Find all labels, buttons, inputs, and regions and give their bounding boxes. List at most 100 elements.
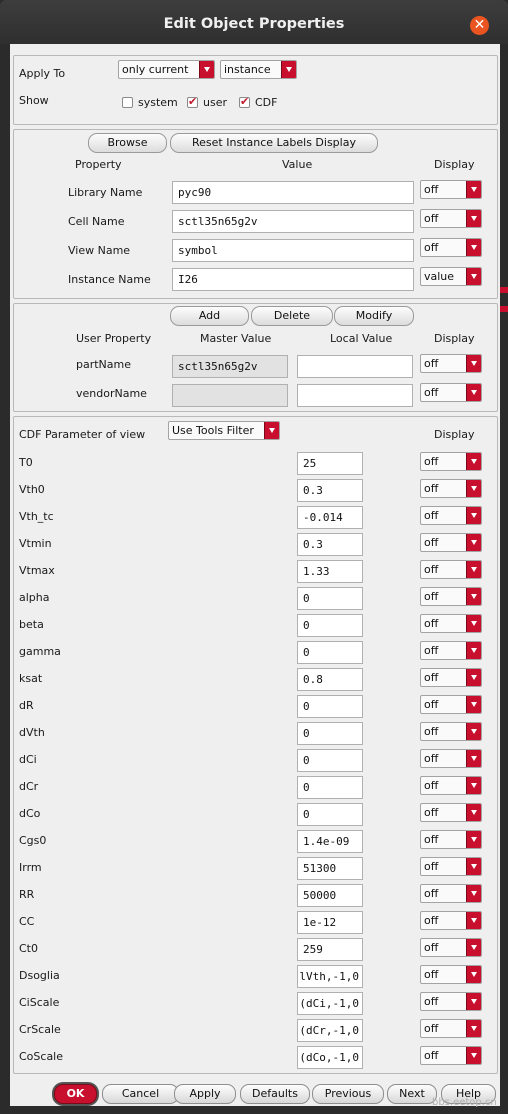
cdf-param-display-select[interactable]: off [420, 1019, 482, 1038]
cdf-param-value-field[interactable]: dCr,-1,0) [297, 1019, 363, 1042]
cdf-param-display-select[interactable]: off [420, 695, 482, 714]
cdf-param-value-field[interactable]: 0.8 [297, 668, 363, 691]
chevron-down-icon [466, 750, 481, 767]
vendor-name-master-field [172, 384, 288, 407]
chevron-down-icon [281, 61, 296, 78]
cell-name-display[interactable]: off [420, 209, 482, 228]
watermark: bbs.eetop.cn [432, 1097, 497, 1108]
cdf-param-display-select[interactable]: off [420, 722, 482, 741]
cdf-param-value-field[interactable]: dCo,-1,0) [297, 1046, 363, 1069]
display-value: off [424, 671, 439, 684]
cell-name-field[interactable]: sctl35n65g2v [172, 210, 414, 233]
cdf-param-value-field[interactable]: lVth,-1,0) [297, 965, 363, 988]
reset-labels-button[interactable]: Reset Instance Labels Display [170, 133, 378, 153]
instance-name-field[interactable]: I26 [172, 268, 414, 291]
cdf-param-display-select[interactable]: off [420, 749, 482, 768]
previous-button[interactable]: Previous [312, 1084, 384, 1104]
apply-scope-select[interactable]: only current [118, 60, 215, 79]
cdf-param-display-select[interactable]: off [420, 614, 482, 633]
window-title: Edit Object Properties [163, 16, 345, 32]
cdf-param-value-field[interactable]: 50000 [297, 884, 363, 907]
browse-button[interactable]: Browse [88, 133, 167, 153]
cdf-param-display-select[interactable]: off [420, 560, 482, 579]
display-value: off [424, 995, 439, 1008]
part-name-display[interactable]: off [420, 354, 482, 373]
library-name-display[interactable]: off [420, 180, 482, 199]
cdf-param-value-field[interactable]: 51300 [297, 857, 363, 880]
show-system-checkbox[interactable] [122, 97, 133, 108]
vendor-name-local-field[interactable] [297, 384, 413, 407]
apply-button[interactable]: Apply [174, 1084, 236, 1104]
tools-filter-select[interactable]: Use Tools Filter [168, 421, 280, 440]
display-value: off [424, 617, 439, 630]
display-value: off [424, 698, 439, 711]
part-name-local-field[interactable] [297, 355, 413, 378]
chevron-down-icon [466, 1047, 481, 1064]
close-icon[interactable]: ✕ [470, 16, 489, 35]
modify-button[interactable]: Modify [334, 306, 414, 326]
cdf-param-value-field[interactable]: 0 [297, 749, 363, 772]
cdf-param-value-field[interactable]: dCi,-1,0) [297, 992, 363, 1015]
cdf-param-label: dVth [19, 726, 45, 739]
cdf-param-display-select[interactable]: off [420, 911, 482, 930]
cdf-param-display-select[interactable]: off [420, 506, 482, 525]
cdf-param-value-field[interactable]: 0 [297, 803, 363, 826]
cdf-param-display-select[interactable]: off [420, 452, 482, 471]
cdf-param-display-select[interactable]: off [420, 938, 482, 957]
display-value: off [424, 806, 439, 819]
cdf-param-value-field[interactable]: -0.014 [297, 506, 363, 529]
show-user-checkbox[interactable] [187, 95, 198, 108]
cdf-param-display-select[interactable]: off [420, 965, 482, 984]
chevron-down-icon [466, 993, 481, 1010]
add-button[interactable]: Add [170, 306, 249, 326]
cdf-param-display-select[interactable]: off [420, 992, 482, 1011]
display-value: off [424, 455, 439, 468]
cdf-param-value-field[interactable]: 0 [297, 614, 363, 637]
cdf-param-value-field[interactable]: 0.3 [297, 479, 363, 502]
display-value: off [424, 941, 439, 954]
chevron-down-icon [466, 384, 481, 401]
cdf-param-value-field[interactable]: 0.3 [297, 533, 363, 556]
cdf-param-display-select[interactable]: off [420, 857, 482, 876]
cdf-param-value-field[interactable]: 259 [297, 938, 363, 961]
cdf-param-display-select[interactable]: off [420, 587, 482, 606]
cdf-param-value-field[interactable]: 25 [297, 452, 363, 475]
chevron-down-icon [466, 804, 481, 821]
apply-target-select[interactable]: instance [220, 60, 297, 79]
cdf-param-display-select[interactable]: off [420, 884, 482, 903]
view-name-display[interactable]: off [420, 238, 482, 257]
cdf-param-value-field[interactable]: 1.4e-09 [297, 830, 363, 853]
view-name-field[interactable]: symbol [172, 239, 414, 262]
chevron-down-icon [466, 858, 481, 875]
cdf-param-display-select[interactable]: off [420, 803, 482, 822]
next-button[interactable]: Next [387, 1084, 437, 1104]
cdf-param-display-select[interactable]: off [420, 1046, 482, 1065]
cdf-param-display-select[interactable]: off [420, 641, 482, 660]
vendor-name-display[interactable]: off [420, 383, 482, 402]
display-value: off [424, 482, 439, 495]
delete-button[interactable]: Delete [251, 306, 333, 326]
resize-handle[interactable] [500, 287, 508, 293]
ok-button[interactable]: OK [54, 1084, 97, 1104]
cdf-param-value-field[interactable]: 0 [297, 776, 363, 799]
cdf-param-display-select[interactable]: off [420, 533, 482, 552]
cdf-param-value-field[interactable]: 1.33 [297, 560, 363, 583]
cdf-param-value-field[interactable]: 0 [297, 641, 363, 664]
display-value: off [424, 212, 439, 225]
cdf-param-value-field[interactable]: 1e-12 [297, 911, 363, 934]
show-cdf-checkbox[interactable] [239, 95, 250, 108]
chevron-down-icon [466, 268, 481, 285]
defaults-button[interactable]: Defaults [240, 1084, 310, 1104]
cdf-param-display-select[interactable]: off [420, 668, 482, 687]
cancel-button[interactable]: Cancel [102, 1084, 179, 1104]
cdf-param-value-field[interactable]: 0 [297, 695, 363, 718]
instance-name-display[interactable]: value [420, 267, 482, 286]
cdf-param-display-select[interactable]: off [420, 830, 482, 849]
chevron-down-icon [466, 561, 481, 578]
resize-handle[interactable] [500, 306, 508, 312]
library-name-field[interactable]: pyc90 [172, 181, 414, 204]
cdf-param-display-select[interactable]: off [420, 776, 482, 795]
cdf-param-display-select[interactable]: off [420, 479, 482, 498]
cdf-param-value-field[interactable]: 0 [297, 587, 363, 610]
cdf-param-value-field[interactable]: 0 [297, 722, 363, 745]
